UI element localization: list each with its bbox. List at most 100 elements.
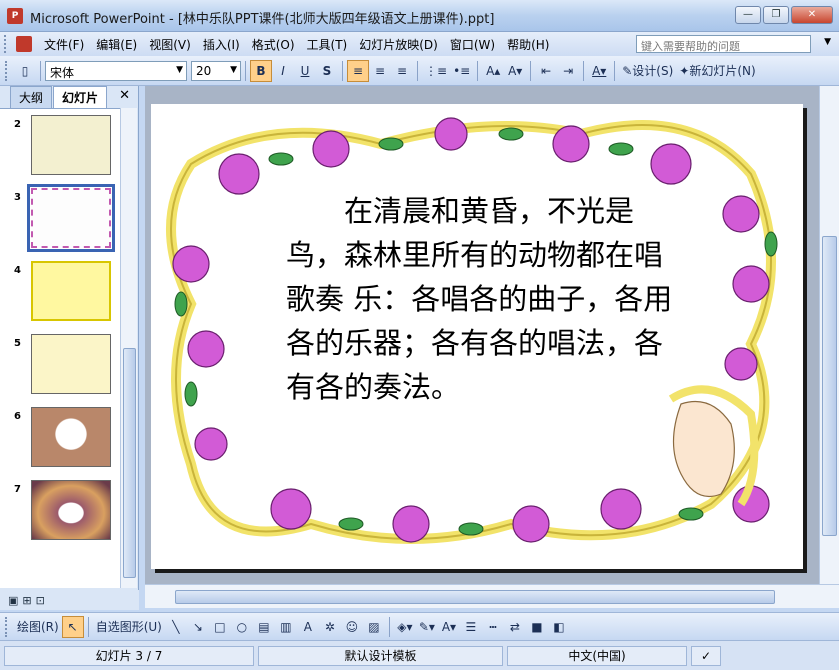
textbox-icon[interactable]: ▤ bbox=[253, 616, 275, 638]
toolbar-grip[interactable] bbox=[5, 616, 11, 637]
slide-thumbnail-6[interactable]: 6 bbox=[0, 407, 120, 469]
wordart-icon[interactable]: A bbox=[297, 616, 319, 638]
thumbnail-image bbox=[31, 261, 111, 321]
sorter-view-icon[interactable]: ⊞ bbox=[22, 594, 31, 607]
bold-button[interactable]: B bbox=[250, 59, 272, 82]
minimize-button[interactable]: — bbox=[735, 6, 761, 24]
thumbnail-image bbox=[31, 480, 111, 540]
underline-button[interactable]: U bbox=[294, 60, 316, 82]
menu-slideshow[interactable]: 幻灯片放映(D) bbox=[353, 36, 444, 53]
thumbnail-list[interactable]: 2 3 4 5 6 7 bbox=[0, 108, 120, 588]
dash-style-icon[interactable]: ┅ bbox=[482, 616, 504, 638]
line-color-icon[interactable]: ✎▾ bbox=[416, 616, 438, 638]
shadow-style-icon[interactable]: ■ bbox=[526, 616, 548, 638]
shadow-button[interactable]: S bbox=[316, 60, 338, 82]
slide-thumbnail-2[interactable]: 2 bbox=[0, 115, 120, 177]
close-icon[interactable]: ✕ bbox=[119, 88, 130, 103]
thumbnail-scrollbar[interactable] bbox=[120, 108, 137, 588]
3d-style-icon[interactable]: ◧ bbox=[548, 616, 570, 638]
autoshapes-button[interactable]: 自选图形(U) bbox=[93, 616, 165, 638]
tab-slides[interactable]: 幻灯片 bbox=[53, 86, 108, 108]
draw-menu-button[interactable]: 绘图(R) bbox=[14, 616, 62, 638]
toolbar-grip[interactable] bbox=[5, 60, 11, 81]
vertical-textbox-icon[interactable]: ▥ bbox=[275, 616, 297, 638]
help-search-input[interactable]: 键入需要帮助的问题 bbox=[636, 35, 811, 53]
window-title: Microsoft PowerPoint - [林中乐队PPT课件(北师大版四年… bbox=[30, 12, 495, 27]
font-color-icon[interactable]: A▾ bbox=[438, 616, 460, 638]
menu-window[interactable]: 窗口(W) bbox=[444, 36, 501, 53]
document-icon[interactable] bbox=[16, 36, 32, 52]
new-slide-label: 新幻灯片(N) bbox=[689, 64, 756, 78]
scrollbar-thumb[interactable] bbox=[822, 236, 837, 536]
font-size-select[interactable]: 20 ▼ bbox=[191, 60, 241, 81]
diagram-icon[interactable]: ✲ bbox=[319, 616, 341, 638]
scrollbar-thumb[interactable] bbox=[175, 590, 775, 604]
italic-button[interactable]: I bbox=[272, 60, 294, 82]
picture-icon[interactable]: ▨ bbox=[363, 616, 385, 638]
arrow-icon[interactable]: ↘ bbox=[187, 616, 209, 638]
oval-icon[interactable]: ○ bbox=[231, 616, 253, 638]
increase-font-icon[interactable]: A▴ bbox=[482, 60, 504, 82]
menu-help[interactable]: 帮助(H) bbox=[501, 36, 555, 53]
menu-format[interactable]: 格式(O) bbox=[246, 36, 301, 53]
design-button[interactable]: ✎ 设计(S) bbox=[619, 60, 676, 82]
chevron-down-icon[interactable]: ▼ bbox=[176, 65, 183, 75]
thumbnail-image bbox=[27, 184, 115, 252]
close-button[interactable]: ✕ bbox=[791, 6, 833, 24]
slide-thumbnail-7[interactable]: 7 bbox=[0, 480, 120, 542]
chevron-down-icon[interactable]: ▼ bbox=[824, 37, 831, 47]
current-slide[interactable]: 在清晨和黄昏，不光是鸟，森林里所有的动物都在唱歌奏 乐：各唱各的曲子，各用各的乐… bbox=[151, 104, 803, 569]
formatting-toolbar: ▯ 宋体 ▼ 20 ▼ B I U S ≡ ≡ ≡ ⋮≡ •≡ A▴ A▾ ⇤ … bbox=[0, 56, 839, 86]
slideshow-view-icon[interactable]: ⊡ bbox=[36, 594, 45, 607]
bullet-list-icon[interactable]: •≡ bbox=[450, 60, 473, 82]
slide-body-text[interactable]: 在清晨和黄昏，不光是鸟，森林里所有的动物都在唱歌奏 乐：各唱各的曲子，各用各的乐… bbox=[286, 189, 676, 409]
spelling-check-icon[interactable]: ✓ bbox=[691, 645, 721, 666]
clipart-icon[interactable]: ☺ bbox=[341, 616, 363, 638]
menu-bar: 文件(F) 编辑(E) 视图(V) 插入(I) 格式(O) 工具(T) 幻灯片放… bbox=[0, 32, 839, 56]
new-slide-button[interactable]: ✦ 新幻灯片(N) bbox=[676, 60, 758, 82]
numbered-list-icon[interactable]: ⋮≡ bbox=[422, 60, 450, 82]
thumbnail-image bbox=[31, 407, 111, 467]
normal-view-icon[interactable]: ▣ bbox=[8, 594, 18, 607]
slide-thumbnail-5[interactable]: 5 bbox=[0, 334, 120, 396]
menu-tools[interactable]: 工具(T) bbox=[301, 36, 354, 53]
slide-thumbnail-4[interactable]: 4 bbox=[0, 261, 120, 323]
language-indicator: 中文(中国) bbox=[507, 645, 687, 666]
powerpoint-icon: P bbox=[7, 8, 23, 24]
slide-number: 4 bbox=[14, 265, 21, 276]
restore-button[interactable]: ❐ bbox=[763, 6, 789, 24]
slide-number: 6 bbox=[14, 411, 21, 422]
slide-number: 3 bbox=[14, 192, 21, 203]
menu-view[interactable]: 视图(V) bbox=[143, 36, 197, 53]
increase-indent-icon[interactable]: ⇥ bbox=[557, 60, 579, 82]
slide-horizontal-scrollbar[interactable] bbox=[145, 584, 839, 608]
arrow-style-icon[interactable]: ⇄ bbox=[504, 616, 526, 638]
decrease-font-icon[interactable]: A▾ bbox=[504, 60, 526, 82]
menu-edit[interactable]: 编辑(E) bbox=[90, 36, 143, 53]
new-document-icon[interactable]: ▯ bbox=[14, 60, 36, 82]
font-color-icon[interactable]: A▾ bbox=[588, 60, 610, 82]
slide-vertical-scrollbar[interactable] bbox=[819, 86, 839, 584]
menu-grip[interactable] bbox=[4, 35, 12, 53]
slide-number: 5 bbox=[14, 338, 21, 349]
slide-number: 7 bbox=[14, 484, 21, 495]
tab-outline[interactable]: 大纲 bbox=[10, 86, 53, 108]
align-right-icon[interactable]: ≡ bbox=[391, 60, 413, 82]
align-left-icon[interactable]: ≡ bbox=[347, 59, 369, 82]
font-name-select[interactable]: 宋体 ▼ bbox=[45, 60, 187, 81]
slide-editor: 在清晨和黄昏，不光是鸟，森林里所有的动物都在唱歌奏 乐：各唱各的曲子，各用各的乐… bbox=[145, 86, 819, 584]
fill-color-icon[interactable]: ◈▾ bbox=[394, 616, 416, 638]
slide-thumbnail-3[interactable]: 3 bbox=[0, 184, 120, 252]
line-style-icon[interactable]: ☰ bbox=[460, 616, 482, 638]
align-center-icon[interactable]: ≡ bbox=[369, 60, 391, 82]
line-icon[interactable]: ╲ bbox=[165, 616, 187, 638]
design-icon: ✎ bbox=[622, 63, 633, 78]
rectangle-icon[interactable]: □ bbox=[209, 616, 231, 638]
new-slide-icon: ✦ bbox=[679, 63, 690, 78]
chevron-down-icon[interactable]: ▼ bbox=[230, 65, 237, 75]
scrollbar-thumb[interactable] bbox=[123, 348, 136, 578]
decrease-indent-icon[interactable]: ⇤ bbox=[535, 60, 557, 82]
select-pointer-icon[interactable]: ↖ bbox=[61, 615, 84, 638]
menu-file[interactable]: 文件(F) bbox=[38, 36, 90, 53]
menu-insert[interactable]: 插入(I) bbox=[197, 36, 246, 53]
